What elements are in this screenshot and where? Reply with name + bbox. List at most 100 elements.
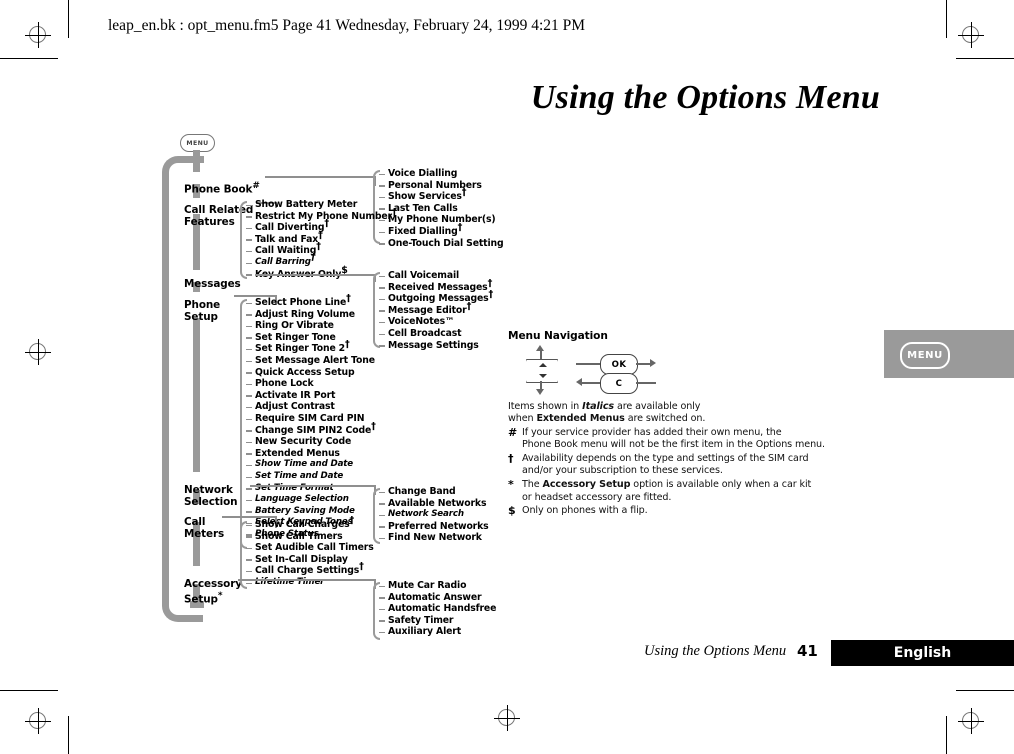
tree-subitem[interactable]: Message Settings — [378, 340, 493, 352]
tree-subitem-label: One-Touch Dial Setting — [388, 237, 504, 249]
tree-subitem[interactable]: Activate IR Port — [246, 390, 376, 402]
connector-network-selection — [250, 485, 375, 487]
sublist-call-related-features: Show Battery Meter Restrict My Phone Numb… — [246, 199, 397, 280]
tree-subitem[interactable]: Network Search — [379, 509, 489, 521]
registration-mark-bottom-center — [494, 705, 520, 731]
tree-subitem[interactable]: New Security Code — [246, 436, 376, 448]
tree-subitem-label: Last Ten Calls — [388, 202, 458, 214]
clear-key-button[interactable]: C — [600, 373, 638, 394]
tree-subitem[interactable]: One-Touch Dial Setting — [378, 237, 504, 250]
page-footer: Using the Options Menu 41 English — [600, 640, 1014, 666]
tree-node-phone-book[interactable]: Phone Book# — [184, 170, 260, 196]
menu-tab-button[interactable]: MENU — [900, 342, 950, 369]
tree-subitem[interactable]: Phone Lock — [246, 378, 376, 390]
tree-subitem[interactable]: Mute Car Radio — [378, 580, 496, 592]
tree-subitem-label: Extended Menus — [255, 447, 340, 459]
tree-subitem-label: Set Ringer Tone — [255, 331, 336, 343]
tree-subitem-dagger-marker: † — [457, 221, 463, 233]
tree-subitem-label: Talk and Fax — [255, 233, 319, 245]
tree-subitem[interactable]: Set Message Alert Tone — [246, 355, 376, 367]
tree-subitem[interactable]: My Phone Number(s) — [378, 214, 503, 226]
tree-subitem[interactable]: Talk and Fax† — [246, 230, 397, 246]
tree-subitem[interactable]: Set In-Call Display — [246, 554, 374, 566]
tree-subitem[interactable]: Find New Network — [379, 532, 489, 544]
tree-subitem-label: Require SIM Card PIN — [255, 412, 365, 424]
sublist-phone-book: Voice Dialling Personal Numbers Show Servi… — [378, 168, 504, 250]
tree-subitem[interactable]: Safety Timer — [378, 614, 496, 627]
tree-subitem[interactable]: Select Phone Line† — [246, 294, 376, 309]
footnote-dollar: $ Only on phones with a flip. — [508, 504, 868, 518]
tree-subitem[interactable]: Call Barring† — [246, 253, 397, 269]
tree-subitem[interactable]: Set Ringer Tone — [246, 331, 376, 344]
ok-key-button[interactable]: OK — [600, 354, 638, 375]
tree-subitem[interactable]: Ring Or Vibrate — [246, 320, 376, 332]
tree-subitem-label: Call Charge Settings — [255, 565, 360, 577]
tree-node-messages[interactable]: Messages — [184, 268, 241, 291]
ok-left-line — [576, 363, 600, 365]
spine-seg-1 — [193, 150, 200, 172]
tree-subitem[interactable]: Personal Numbers — [378, 180, 503, 192]
ok-right-line — [636, 363, 650, 365]
menu-chapter-tab: MENU — [884, 330, 1014, 378]
spine-seg-5 — [193, 318, 200, 472]
tree-subitem[interactable]: Set Time and Date — [246, 471, 376, 483]
tree-subitem[interactable]: Call Voicemail — [378, 270, 493, 282]
tree-subitem[interactable]: Show Battery Meter — [246, 199, 397, 211]
tree-subitem[interactable]: Require SIM Card PIN — [246, 412, 376, 425]
tree-subitem[interactable]: Last Ten Calls — [378, 202, 503, 215]
tree-subitem-label: Language Selection — [255, 494, 349, 505]
tree-subitem[interactable]: Show Time and Date — [246, 459, 376, 471]
connector-call-meters — [222, 516, 276, 518]
tree-subitem[interactable]: Show Services† — [378, 188, 503, 203]
sublist-messages: Call Voicemail Received Messages† Outgoing… — [378, 270, 493, 352]
tree-subitem[interactable]: Available Networks — [379, 498, 489, 510]
tree-subitem[interactable]: Restrict My Phone Number† — [246, 207, 397, 223]
tree-subitem[interactable]: Call Charge Settings† — [246, 562, 374, 577]
tree-subitem[interactable]: Language Selection — [246, 494, 376, 506]
tree-subitem[interactable]: Fixed Dialling† — [378, 223, 503, 238]
tree-subitem[interactable]: Set Audible Call Timers — [246, 542, 374, 554]
footnote-asterisk: * The Accessory Setup option is availabl… — [508, 479, 868, 504]
footnote-dagger-mark: † — [508, 452, 514, 466]
tree-subitem[interactable]: Change SIM PIN2 Code† — [246, 421, 376, 437]
footnote-hash-line2: Phone Book menu will not be the first it… — [522, 439, 825, 451]
tree-node-call-meters[interactable]: Call Meters — [184, 506, 224, 540]
tree-subitem[interactable]: Auxiliary Alert — [378, 626, 496, 638]
scroll-down-arrow-icon — [536, 389, 544, 395]
tree-subitem[interactable]: Received Messages† — [378, 278, 493, 294]
tree-subitem[interactable]: Set Ringer Tone 2† — [246, 340, 376, 355]
tree-subitem[interactable]: Change Band — [379, 486, 489, 498]
tree-node-network-selection[interactable]: Network Selection — [184, 474, 238, 508]
tree-subitem[interactable]: Preferred Networks — [379, 521, 489, 533]
tree-subitem-label: Call Voicemail — [388, 270, 460, 281]
tree-subitem[interactable]: Voice Dialling — [378, 168, 503, 180]
tree-subitem-dagger-marker: † — [324, 218, 329, 230]
tree-subitem[interactable]: Message Editor† — [378, 301, 493, 317]
tree-subitem[interactable]: Adjust Ring Volume — [246, 309, 376, 321]
crop-line-bottom-left-h — [0, 690, 58, 692]
tree-subitem[interactable]: Call Waiting† — [246, 242, 397, 257]
tree-node-accessory-setup[interactable]: Accessory Setup* — [184, 568, 242, 606]
connector-messages — [255, 274, 375, 276]
tree-subitem[interactable]: Show Call Charges† — [246, 516, 374, 531]
tree-subitem-label: Outgoing Messages — [388, 293, 489, 305]
italics-note-part4: are switched on. — [624, 413, 706, 425]
tree-subitem[interactable]: Extended Menus — [246, 447, 376, 460]
tree-subitem-dagger-marker: † — [391, 206, 397, 218]
tree-subitem[interactable]: Automatic Answer — [378, 592, 496, 604]
tree-subitem[interactable]: Quick Access Setup — [246, 367, 376, 379]
tree-node-phone-setup[interactable]: Phone Setup — [184, 289, 220, 323]
tree-subitem[interactable]: Automatic Handsfree — [378, 603, 496, 615]
tree-node-accessory-setup-marker: * — [217, 590, 223, 601]
scroll-key-icon[interactable] — [526, 359, 558, 383]
footnote-dollar-mark: $ — [508, 504, 516, 518]
tree-subitem[interactable]: Outgoing Messages† — [378, 290, 493, 305]
tree-subitem-label: Set Ringer Tone 2 — [255, 343, 346, 355]
tree-subitem-label: Safety Timer — [388, 614, 454, 626]
tree-subitem-label: Auxiliary Alert — [388, 626, 461, 638]
tree-subitem[interactable]: Adjust Contrast — [246, 401, 376, 413]
footer-section-name: Using the Options Menu — [644, 643, 787, 659]
tree-subitem[interactable]: Show Call Timers — [246, 531, 374, 543]
tree-subitem[interactable]: VoiceNotes™ — [378, 316, 493, 328]
tree-subitem[interactable]: Cell Broadcast — [378, 328, 493, 340]
